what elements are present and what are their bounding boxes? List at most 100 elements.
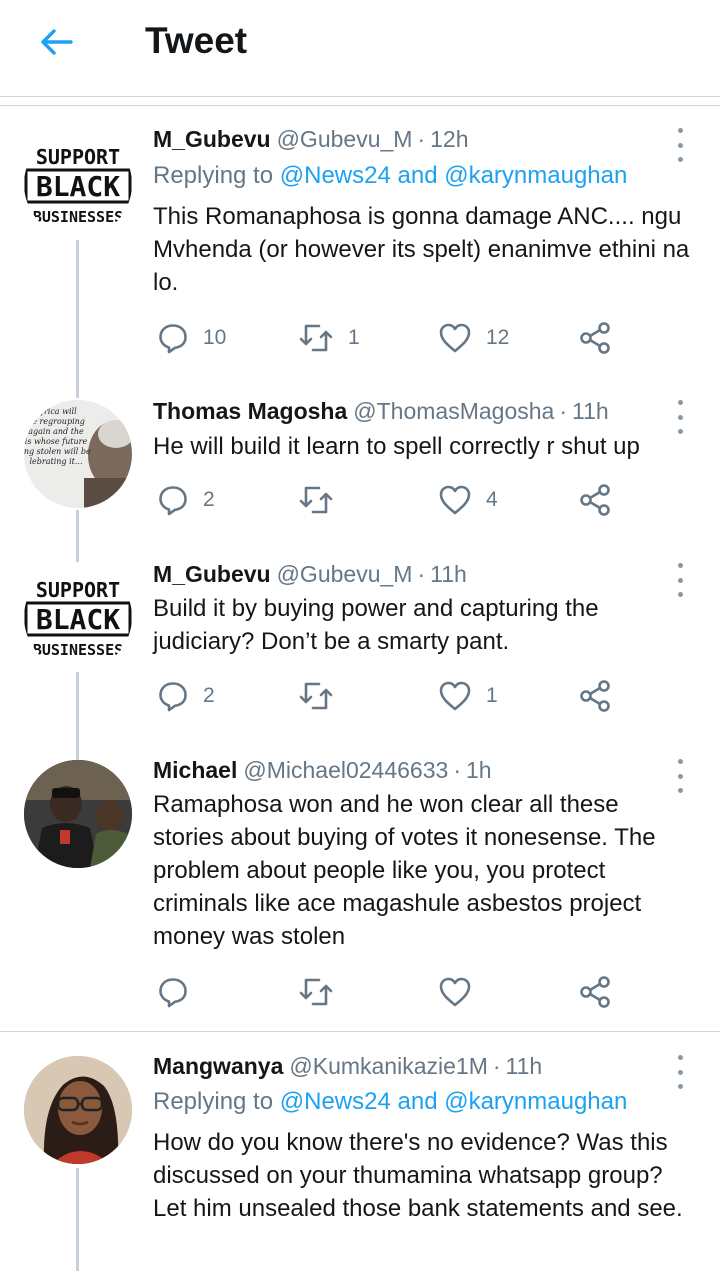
mention-link[interactable]: @karynmaughan — [444, 162, 627, 189]
retweet-count: 1 — [348, 326, 360, 349]
share-button[interactable] — [578, 480, 612, 520]
share-icon — [580, 322, 610, 354]
heart-icon — [439, 485, 471, 515]
svg-text:BLACK: BLACK — [36, 603, 120, 636]
replying-label: Replying to — [153, 1088, 274, 1115]
mention-link[interactable]: @News24 — [280, 162, 391, 189]
share-button[interactable] — [578, 318, 612, 358]
author-name[interactable]: Thomas Magosha — [153, 398, 347, 424]
svg-text:ing stolen will be: ing stolen will be — [24, 447, 91, 456]
reply-icon — [159, 978, 187, 1008]
svg-text:SUPPORT: SUPPORT — [36, 145, 120, 169]
avatar[interactable] — [24, 1056, 132, 1164]
svg-text:BUSINESSES: BUSINESSES — [33, 641, 123, 659]
support-black-businesses-logo-icon: SUPPORT BLACK BUSINESSES — [24, 578, 132, 659]
dot-icon — [677, 563, 683, 568]
tweet-header: Mangwanya @Kumkanikazie1M · 11h — [153, 1051, 542, 1081]
replying-to: Replying to @News24 and @karynmaughan — [153, 160, 627, 192]
separator-dot: · — [417, 561, 426, 587]
reply-count: 10 — [203, 326, 227, 349]
tweet-text: Ramaphosa won and he won clear all these… — [153, 791, 656, 950]
share-button[interactable] — [578, 972, 612, 1012]
author-name[interactable]: Michael — [153, 757, 237, 783]
author-name[interactable]: M_Gubevu — [153, 126, 271, 152]
replying-and: and — [397, 162, 438, 189]
dot-icon — [677, 128, 683, 133]
author-handle[interactable]: @Gubevu_M — [277, 561, 413, 587]
retweet-button[interactable] — [298, 676, 348, 716]
like-count: 4 — [486, 488, 498, 511]
svg-text:be regrouping: be regrouping — [27, 417, 85, 426]
mention-link[interactable]: @karynmaughan — [444, 1088, 627, 1115]
svg-text:Africa will: Africa will — [34, 407, 77, 416]
retweet-button[interactable] — [298, 972, 348, 1012]
timestamp: 11h — [572, 398, 609, 424]
like-button[interactable]: 12 — [438, 318, 509, 358]
retweet-icon — [299, 978, 333, 1006]
support-black-businesses-logo-icon: SUPPORT BLACK BUSINESSES — [24, 145, 132, 226]
author-handle[interactable]: @Gubevu_M — [277, 126, 413, 152]
reply-button[interactable]: 2 — [157, 480, 215, 520]
dot-icon — [677, 157, 683, 162]
reply-count: 2 — [203, 488, 215, 511]
retweet-button[interactable]: 1 — [298, 318, 360, 358]
tweet-text: How do you know there's no evidence? Was… — [153, 1129, 683, 1222]
separator-dot: · — [417, 126, 426, 152]
like-button[interactable]: 4 — [438, 480, 498, 520]
separator-dot: · — [453, 757, 461, 783]
avatar[interactable] — [24, 760, 132, 868]
author-name[interactable]: M_Gubevu — [153, 561, 271, 587]
separator-dot: · — [559, 398, 567, 424]
user-photo-avatar-icon — [24, 1056, 132, 1164]
dot-icon — [677, 1069, 683, 1075]
tweet-actions: 2 4 — [0, 480, 720, 520]
more-options-button[interactable] — [666, 1055, 694, 1089]
reply-icon — [159, 682, 187, 712]
reply-button[interactable]: 10 — [157, 318, 226, 358]
mention-link[interactable]: @News24 — [280, 1088, 391, 1115]
replying-to: Replying to @News24 and @karynmaughan — [153, 1086, 627, 1118]
reply-count: 2 — [203, 684, 215, 707]
divider — [0, 1031, 720, 1032]
tweet-header: Thomas Magosha @ThomasMagosha · 11h — [153, 396, 609, 426]
svg-text:is whose future: is whose future — [25, 437, 88, 446]
share-button[interactable] — [578, 676, 612, 716]
avatar[interactable]: SUPPORT BLACK BUSINESSES — [24, 130, 132, 238]
timestamp: 12h — [430, 126, 469, 152]
author-handle[interactable]: @ThomasMagosha — [353, 398, 554, 424]
heart-icon — [439, 323, 471, 353]
retweet-button[interactable] — [298, 480, 348, 520]
dot-icon — [677, 414, 683, 420]
author-handle[interactable]: @Kumkanikazie1M — [289, 1053, 487, 1079]
back-button[interactable] — [30, 18, 82, 66]
divider — [0, 105, 720, 106]
svg-text:BLACK: BLACK — [36, 170, 120, 203]
like-button[interactable]: 1 — [438, 676, 498, 716]
more-options-button[interactable] — [666, 400, 694, 434]
author-name[interactable]: Mangwanya — [153, 1053, 283, 1079]
user-photo-avatar-icon — [24, 760, 132, 868]
divider — [0, 96, 720, 97]
avatar[interactable]: SUPPORT BLACK BUSINESSES — [24, 563, 132, 671]
reply-icon — [159, 324, 187, 354]
separator-dot: · — [492, 1053, 501, 1079]
page-title: Tweet — [145, 20, 248, 61]
share-icon — [580, 484, 610, 516]
more-options-button[interactable] — [666, 128, 694, 162]
like-button[interactable] — [438, 972, 486, 1012]
svg-text:BUSINESSES: BUSINESSES — [33, 208, 123, 226]
retweet-icon — [299, 486, 333, 514]
tweet-header: M_Gubevu @Gubevu_M · 12h — [153, 124, 468, 154]
author-handle[interactable]: @Michael02446633 — [243, 757, 448, 783]
heart-icon — [439, 977, 471, 1007]
retweet-icon — [299, 324, 333, 352]
svg-text:lebrating it...: lebrating it... — [30, 457, 83, 466]
reply-button[interactable]: 2 — [157, 676, 215, 716]
dot-icon — [677, 577, 683, 583]
timestamp: 1h — [465, 757, 492, 783]
replying-and: and — [397, 1088, 438, 1115]
arrow-left-icon — [41, 29, 73, 55]
timestamp: 11h — [505, 1053, 543, 1079]
reply-button[interactable] — [157, 972, 203, 1012]
tweet-actions: 2 1 — [0, 676, 720, 716]
